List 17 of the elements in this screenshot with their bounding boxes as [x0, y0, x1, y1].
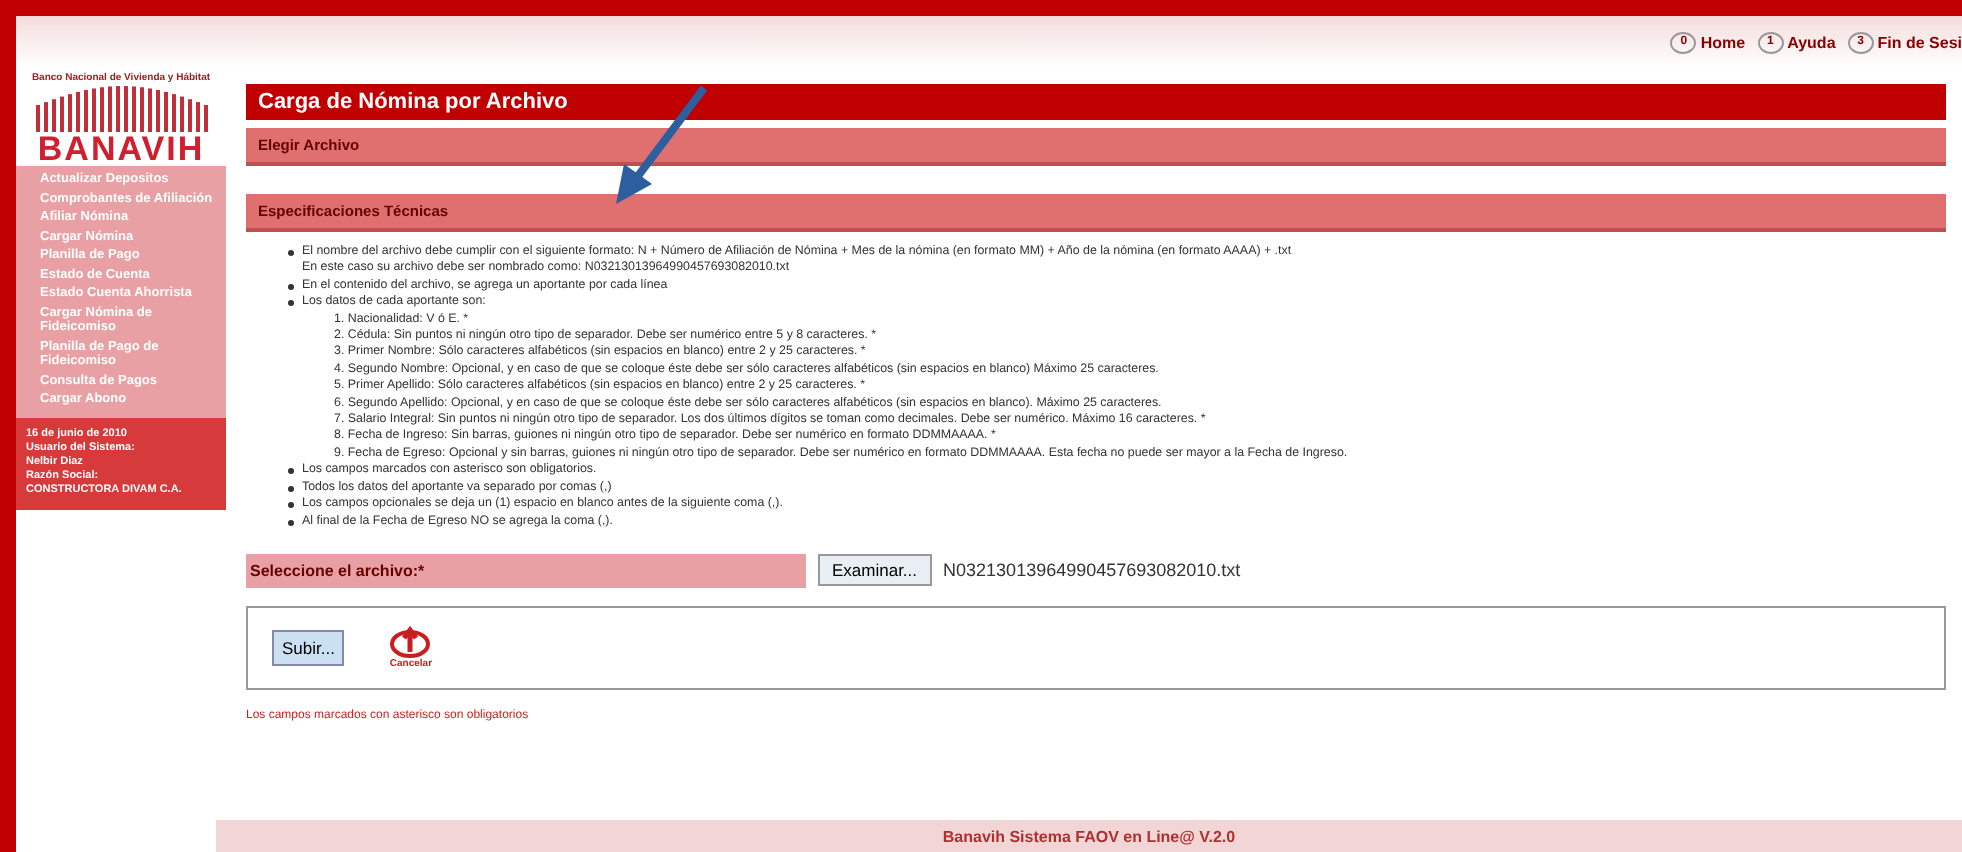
bullet-icon — [288, 283, 294, 290]
bullet-icon — [288, 250, 294, 256]
bullet-icon — [288, 300, 294, 307]
bullet-icon — [288, 468, 294, 475]
footer-text: Banavih Sistema FAOV en Line@ V.2.0 — [942, 827, 1236, 845]
bullet-icon — [288, 519, 294, 525]
bullet-icon — [288, 485, 294, 492]
submit-button[interactable]: Subir... — [272, 629, 345, 666]
file-name: N03213013964990457693082010.txt — [943, 560, 1241, 581]
browse-button[interactable]: Examinar... — [818, 554, 932, 587]
logo-name: BANAVIH — [37, 132, 205, 166]
logo-bars-icon — [31, 84, 211, 132]
page-title: Carga de Nómina por Archivo — [246, 84, 1946, 120]
arrow-icon — [612, 84, 712, 208]
cancel-icon — [388, 625, 433, 658]
field-label: Seleccione el archivo:* — [246, 553, 806, 588]
bullet-icon — [288, 502, 294, 509]
